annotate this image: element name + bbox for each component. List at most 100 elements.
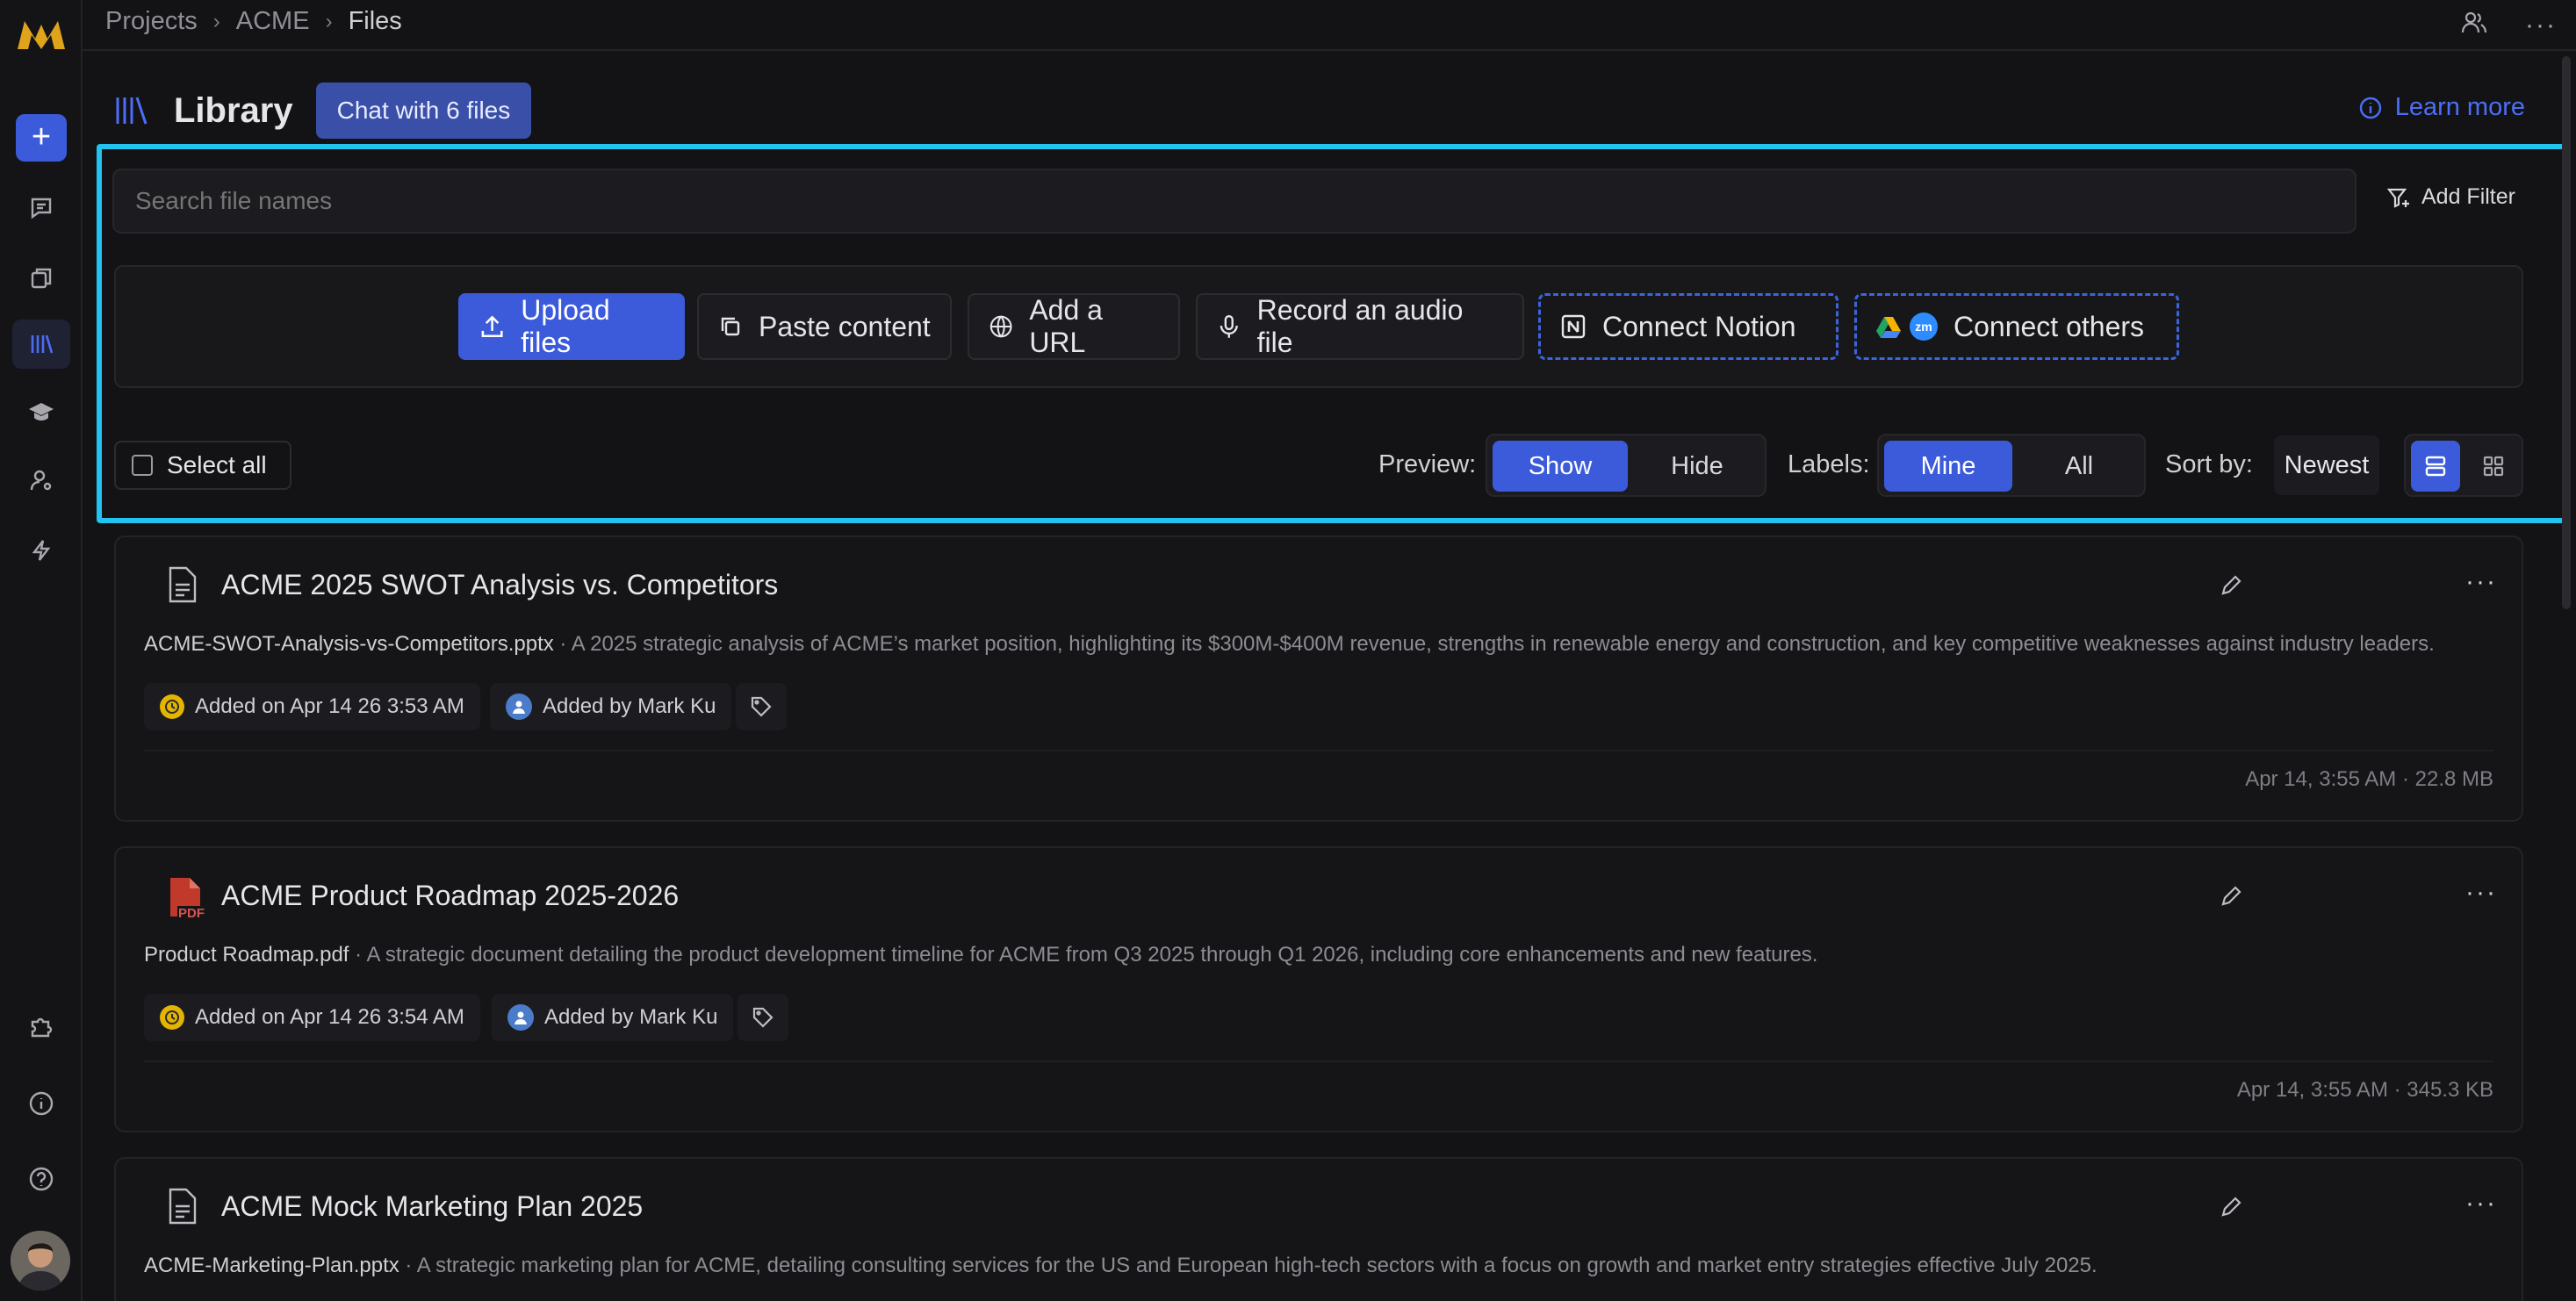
top-bar: Projects › ACME › Files ···: [83, 0, 2576, 51]
labels-all-option[interactable]: All: [2016, 441, 2142, 492]
file-title[interactable]: ACME Product Roadmap 2025-2026: [221, 880, 679, 912]
sort-label: Sort by:: [2165, 450, 2253, 478]
add-filter-label: Add Filter: [2421, 184, 2515, 209]
user-icon: [506, 694, 532, 720]
select-all-label: Select all: [167, 451, 267, 478]
library-header: Library Chat with 6 files: [114, 83, 532, 139]
chat-icon[interactable]: [23, 190, 60, 226]
file-title[interactable]: ACME Mock Marketing Plan 2025: [221, 1190, 643, 1223]
sort-dropdown[interactable]: Newest: [2274, 435, 2379, 495]
grid-view-icon[interactable]: [2469, 441, 2518, 492]
added-by-chip: Added by Mark Ku: [492, 994, 734, 1041]
add-filter-button[interactable]: Add Filter: [2386, 184, 2515, 210]
connect-notion-label: Connect Notion: [1602, 310, 1796, 342]
help-icon[interactable]: [23, 1161, 60, 1197]
users-icon[interactable]: [2460, 9, 2488, 41]
record-audio-button[interactable]: Record an audio file: [1196, 293, 1524, 360]
page-title: Library: [174, 90, 293, 130]
record-audio-label: Record an audio file: [1256, 294, 1464, 358]
added-on-label: Added on Apr 14 26 3:53 AM: [195, 694, 464, 718]
search-input[interactable]: [112, 169, 2357, 234]
chat-with-files-button[interactable]: Chat with 6 files: [315, 83, 532, 139]
upload-icon: [481, 315, 503, 337]
learn-more-link[interactable]: Learn more: [2358, 93, 2525, 122]
chevron-right-icon: ›: [212, 9, 220, 33]
file-name: Product Roadmap.pdf: [144, 943, 349, 967]
upload-files-label: Upload files: [521, 294, 610, 358]
user-icon: [507, 1004, 534, 1031]
tag-icon: [751, 696, 772, 717]
google-drive-icon: [1876, 317, 1901, 338]
user-settings-icon[interactable]: [23, 462, 60, 499]
view-mode-toggle: [2404, 434, 2523, 497]
clock-icon: [160, 694, 184, 719]
added-on-label: Added on Apr 14 26 3:54 AM: [195, 1005, 464, 1029]
file-name: ACME-Marketing-Plan.pptx: [144, 1254, 399, 1277]
library-icon[interactable]: [12, 320, 70, 369]
notion-icon: [1561, 314, 1586, 339]
file-description: Product Roadmap.pdf · A strategic docume…: [144, 943, 1817, 967]
added-on-chip: Added on Apr 14 26 3:53 AM: [144, 683, 480, 730]
new-button[interactable]: +: [16, 114, 67, 162]
pencil-icon[interactable]: [2220, 1196, 2242, 1218]
file-meta: Apr 14, 3:55 AM · 345.3 KB: [2236, 1078, 2493, 1102]
file-card[interactable]: PDFPDF ACME Product Roadmap 2025-2026 ··…: [114, 846, 2523, 1132]
file-name: ACME-SWOT-Analysis-vs-Competitors.pptx: [144, 632, 554, 656]
more-options-icon[interactable]: ···: [2465, 878, 2497, 908]
added-by-label: Added by Mark Ku: [544, 1005, 718, 1029]
info-icon[interactable]: [23, 1085, 60, 1122]
puzzle-icon[interactable]: [23, 1008, 60, 1045]
added-by-label: Added by Mark Ku: [543, 694, 716, 718]
more-options-icon[interactable]: ···: [2525, 11, 2557, 40]
chevron-right-icon: ›: [325, 9, 333, 33]
document-icon: [169, 566, 197, 603]
file-title[interactable]: ACME 2025 SWOT Analysis vs. Competitors: [221, 569, 778, 601]
pencil-icon[interactable]: [2220, 574, 2242, 597]
user-avatar[interactable]: [11, 1231, 70, 1290]
select-all-checkbox[interactable]: Select all: [114, 441, 291, 490]
info-icon: [2359, 97, 2381, 119]
breadcrumb-files: Files: [348, 7, 402, 35]
list-view-icon[interactable]: [2411, 441, 2460, 492]
globe-icon: [989, 315, 1012, 338]
add-url-button[interactable]: Add a URL: [968, 293, 1180, 360]
preview-hide-option[interactable]: Hide: [1631, 441, 1763, 492]
connect-others-button[interactable]: zm Connect others: [1854, 293, 2179, 360]
breadcrumb-projects[interactable]: Projects: [105, 7, 198, 36]
file-summary: · A 2025 strategic analysis of ACME’s ma…: [553, 632, 2435, 656]
add-label-button[interactable]: [738, 994, 788, 1041]
documents-icon[interactable]: [23, 260, 60, 297]
checkbox-icon: [132, 455, 153, 476]
file-card[interactable]: ACME 2025 SWOT Analysis vs. Competitors …: [114, 535, 2523, 822]
pencil-icon[interactable]: [2220, 885, 2242, 908]
breadcrumb-acme[interactable]: ACME: [236, 7, 310, 36]
preview-show-option[interactable]: Show: [1493, 441, 1628, 492]
tag-icon: [752, 1007, 774, 1028]
preview-toggle: Show Hide: [1486, 434, 1767, 497]
app-root: + Projects › ACME › Files ··· Library Ch…: [0, 0, 2576, 1301]
breadcrumb: Projects › ACME › Files: [105, 7, 402, 36]
graduation-cap-icon[interactable]: [23, 393, 60, 430]
document-icon: [169, 1188, 197, 1225]
preview-label: Preview:: [1378, 450, 1477, 478]
added-on-chip: Added on Apr 14 26 3:54 AM: [144, 994, 480, 1041]
connect-notion-button[interactable]: Connect Notion: [1538, 293, 1838, 360]
file-summary: · A strategic document detailing the pro…: [349, 943, 1818, 967]
scrollbar[interactable]: [2562, 56, 2571, 609]
filter-plus-icon: [2386, 188, 2409, 208]
labels-mine-option[interactable]: Mine: [1884, 441, 2012, 492]
file-summary: · A strategic marketing plan for ACME, d…: [399, 1254, 2097, 1277]
svg-text:PDF: PDF: [178, 906, 205, 920]
zoom-icon: zm: [1910, 313, 1938, 341]
paste-content-button[interactable]: Paste content: [697, 293, 952, 360]
copy-icon: [721, 317, 740, 336]
add-label-button[interactable]: [736, 683, 787, 730]
lightning-icon[interactable]: [23, 532, 60, 569]
more-options-icon[interactable]: ···: [2465, 567, 2497, 597]
file-card[interactable]: ACME Mock Marketing Plan 2025 ··· ACME-M…: [114, 1157, 2523, 1301]
more-options-icon[interactable]: ···: [2465, 1189, 2497, 1218]
pdf-icon: PDFPDF: [170, 878, 207, 920]
app-logo[interactable]: [16, 16, 67, 53]
upload-files-button[interactable]: Upload files: [458, 293, 685, 360]
file-description: ACME-Marketing-Plan.pptx · A strategic m…: [144, 1254, 2097, 1278]
